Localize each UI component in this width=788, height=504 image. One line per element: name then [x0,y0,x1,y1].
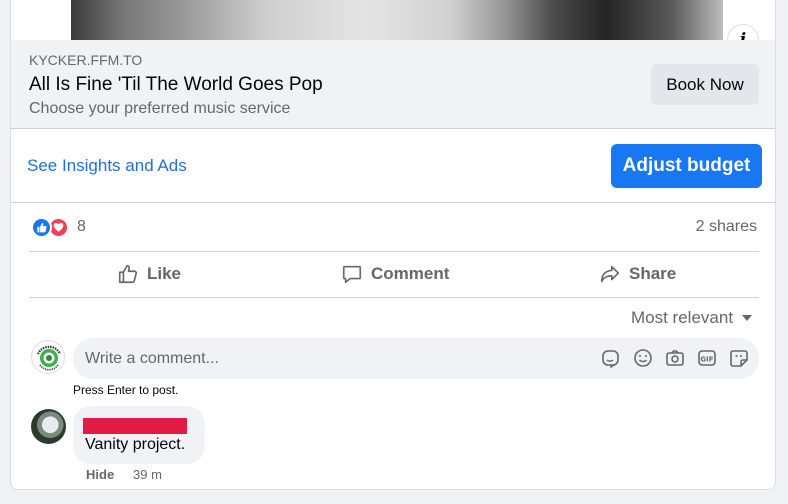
shares-count[interactable]: 2 shares [696,218,757,236]
press-enter-hint: Press Enter to post. [73,383,179,397]
gif-icon[interactable]: GIF [697,348,717,368]
adjust-budget-button[interactable]: Adjust budget [611,144,762,188]
link-title[interactable]: All Is Fine 'Til The World Goes Pop [29,74,323,96]
divider [11,202,775,203]
comment-bubble-icon [342,265,362,284]
composer-icons: GIF [601,348,749,368]
comment-text: Vanity project. [85,436,186,453]
camera-icon[interactable] [665,348,685,368]
avatar-sticker-icon[interactable] [601,348,621,368]
post-image[interactable] [71,0,723,40]
divider [29,297,759,298]
comment-bubble: Vanity project. [73,406,205,464]
comment-button[interactable]: Comment [341,259,449,289]
like-label: Like [147,264,182,283]
comment-input[interactable] [85,338,585,379]
share-label: Share [629,264,677,283]
see-insights-link[interactable]: See Insights and Ads [27,156,187,176]
avatar[interactable] [31,340,65,374]
svg-text:GIF: GIF [700,356,713,364]
share-arrow-icon [600,265,620,283]
hide-comment-link[interactable]: Hide [86,467,114,482]
post-card: i KYCKER.FFM.TO All Is Fine 'Til The Wor… [10,0,776,490]
redacted-commenter-name [83,418,187,434]
link-subtitle: Choose your preferred music service [29,100,291,117]
link-domain: KYCKER.FFM.TO [29,52,143,68]
commenter-avatar[interactable] [31,409,66,444]
share-button[interactable]: Share [599,259,676,289]
divider [29,251,759,252]
like-reaction-icon [31,216,52,238]
reactions-summary[interactable]: 8 [31,216,86,238]
emoji-icon[interactable] [633,348,653,368]
thumbs-up-icon [118,264,138,284]
like-button[interactable]: Like [117,259,181,289]
comment-timestamp[interactable]: 39 m [133,467,162,482]
caret-down-icon [742,315,753,321]
comment-composer[interactable]: GIF [73,338,759,379]
sticker-icon[interactable] [729,348,749,368]
comment-sort-dropdown[interactable]: Most relevant [631,308,753,328]
reaction-count[interactable]: 8 [77,218,86,236]
book-now-button[interactable]: Book Now [651,64,759,105]
sort-label: Most relevant [631,308,734,327]
comment-label: Comment [371,264,450,283]
image-margin [11,0,71,40]
link-preview[interactable]: KYCKER.FFM.TO All Is Fine 'Til The World… [11,40,775,129]
